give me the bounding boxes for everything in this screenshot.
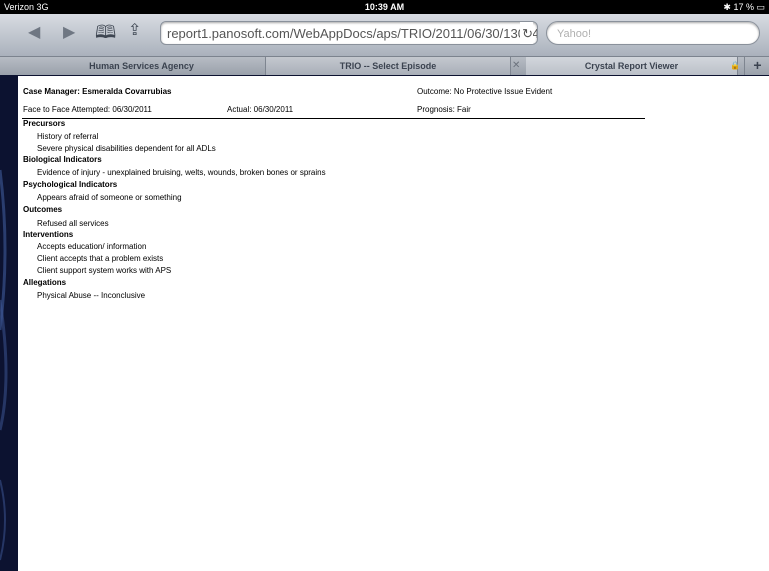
section-heading-allegations: Allegations [23,278,67,287]
battery-indicator: ✱ 17 % ▭ [723,0,765,14]
section-heading-psychological-indicators: Psychological Indicators [23,180,118,189]
prognosis-label: Prognosis: Fair [417,105,471,114]
list-item: Client accepts that a problem exists [37,254,164,263]
reload-icon[interactable]: ↻ [520,22,533,44]
section-heading-interventions: Interventions [23,230,74,239]
section-heading-outcomes: Outcomes [23,205,63,214]
list-item: Physical Abuse -- Inconclusive [37,291,146,300]
actual-date-label: Actual: 06/30/2011 [227,105,294,114]
tab-trio-select-episode[interactable]: TRIO -- Select Episode [266,57,511,75]
header-divider [22,118,645,119]
battery-percent: 17 % [733,2,754,12]
share-icon[interactable]: ⇪ [128,20,141,40]
list-item: Evidence of injury - unexplained bruisin… [37,168,326,177]
clock: 10:39 AM [364,2,405,12]
list-item: History of referral [37,132,99,141]
face-to-face-label: Face to Face Attempted: 06/30/2011 [23,105,152,114]
status-bar: Verizon 3G 10:39 AM ✱ 17 % ▭ [0,0,769,14]
bluetooth-icon: ✱ [723,2,731,12]
section-heading-biological-indicators: Biological Indicators [23,155,102,164]
case-manager-label: Case Manager: Esmeralda Covarrubias [23,87,172,96]
close-tab-icon[interactable]: ✕ [512,57,520,75]
battery-icon: ▭ [756,2,765,12]
list-item: Severe physical disabilities dependent f… [37,144,216,153]
lock-icon: 🔒 [730,61,740,70]
section-heading-precursors: Precursors [23,119,66,128]
forward-arrow-icon[interactable]: ▶ [63,22,75,42]
tab-bar: Human Services Agency TRIO -- Select Epi… [0,57,769,75]
list-item: Refused all services [37,219,109,228]
back-arrow-icon[interactable]: ◀ [28,22,40,42]
tab-crystal-report-viewer[interactable]: Crystal Report Viewer [526,57,738,75]
list-item: Client support system works with APS [37,266,172,275]
url-text: report1.panosoft.com/WebAppDocs/aps/TRIO… [167,26,538,41]
report-page: Case Manager: Esmeralda Covarrubias Outc… [18,76,769,571]
list-item: Appears afraid of someone or something [37,193,182,202]
new-tab-button[interactable]: + [744,57,769,75]
browser-toolbar: ◀ ▶ 🕮 ⇪ report1.panosoft.com/WebAppDocs/… [0,14,769,57]
bookmarks-icon[interactable]: 🕮 [95,20,116,50]
address-bar[interactable]: report1.panosoft.com/WebAppDocs/aps/TRIO… [160,21,538,45]
list-item: Accepts education/ information [37,242,147,251]
search-input[interactable]: Yahoo! [546,21,760,45]
outcome-label: Outcome: No Protective Issue Evident [417,87,553,96]
tab-human-services-agency[interactable]: Human Services Agency [18,57,266,75]
